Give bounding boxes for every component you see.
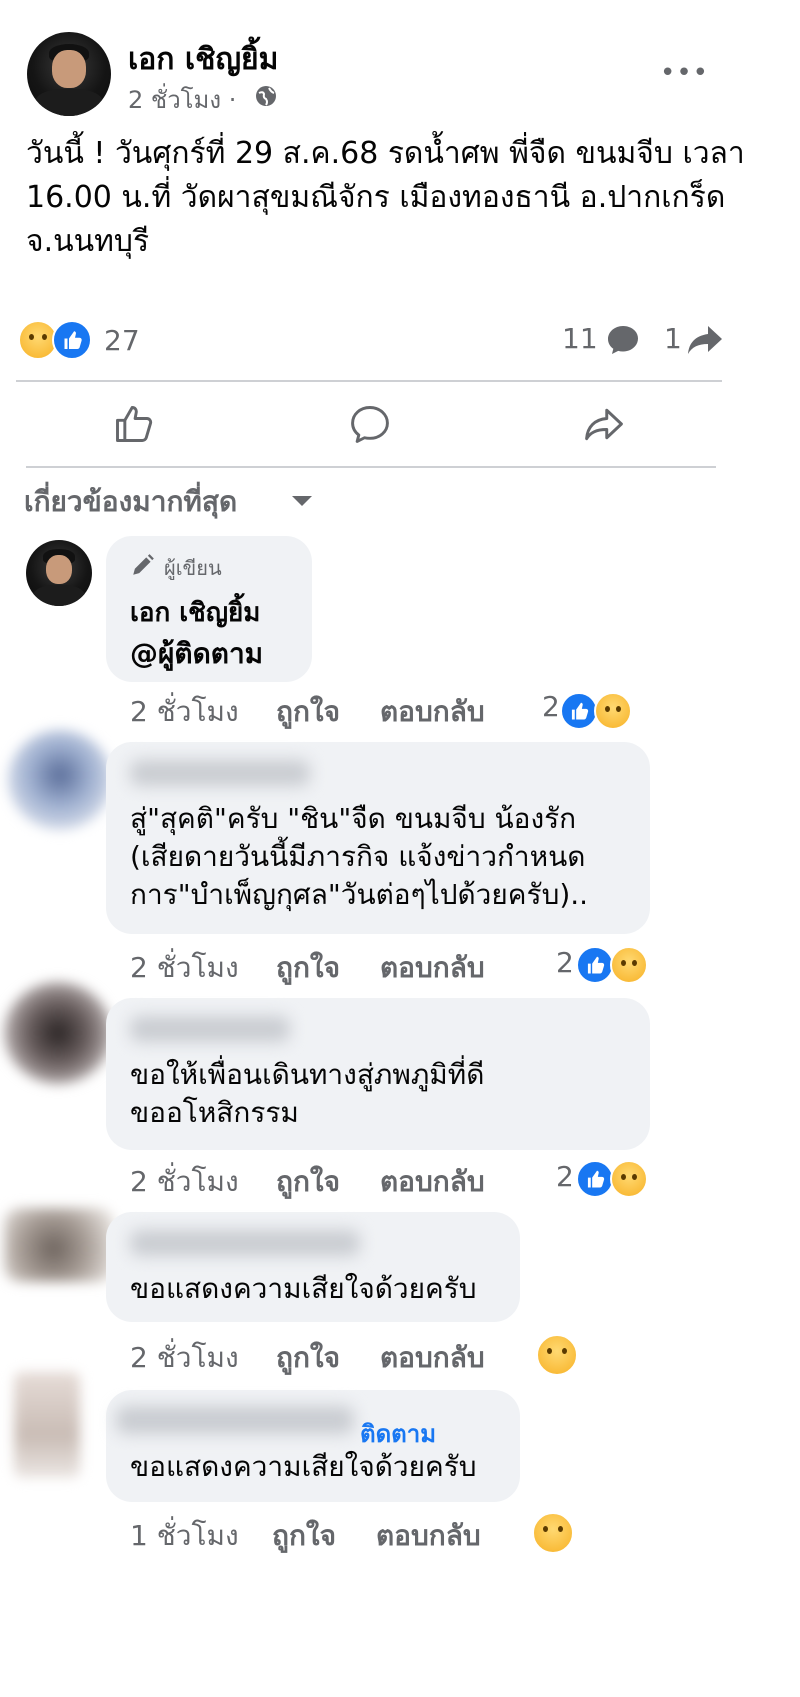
author-badge: ผู้เขียน [164, 556, 222, 580]
like-outline-icon [116, 406, 153, 442]
more-options-button[interactable]: ••• [660, 58, 709, 88]
comment-time[interactable]: 1 ชั่วโมง [130, 1514, 239, 1558]
share-icon [688, 326, 722, 354]
comment-time[interactable]: 2 ชั่วโมง [130, 1336, 239, 1380]
comment-time[interactable]: 2 ชั่วโมง [130, 690, 239, 734]
like-comment-button[interactable]: ถูกใจ [276, 1336, 340, 1380]
post-text: วันนี้ ! วันศุกร์ที่ 29 ส.ค.68 รดน้ำศพ พ… [26, 132, 745, 264]
reply-button[interactable]: ตอบกลับ [380, 690, 485, 734]
comment-text: ขอแสดงความเสียใจด้วยครับ [130, 1272, 477, 1305]
reply-button[interactable]: ตอบกลับ [376, 1514, 481, 1558]
post-text-line: วันนี้ ! วันศุกร์ที่ 29 ส.ค.68 รดน้ำศพ พ… [26, 136, 745, 171]
post-time[interactable]: 2 ชั่วโมง · [128, 80, 236, 119]
pen-icon [133, 554, 154, 575]
commenter-name-redacted [130, 1230, 360, 1256]
comment-time[interactable]: 2 ชั่วโมง [130, 946, 239, 990]
globe-icon [256, 86, 276, 106]
commenter-avatar[interactable] [14, 1372, 80, 1478]
comment-time[interactable]: 2 ชั่วโมง [130, 1160, 239, 1204]
comment-reaction-count: 2 [542, 690, 560, 723]
comment-count[interactable]: 11 [562, 322, 598, 355]
comment-meta: 2 ชั่วโมง ถูกใจ ตอบกลับ [130, 1336, 530, 1376]
like-reaction-icon [576, 1160, 614, 1198]
commenter-avatar[interactable] [8, 730, 112, 830]
sad-reaction-icon [594, 692, 632, 730]
comment-meta: 2 ชั่วโมง ถูกใจ ตอบกลับ 2 [130, 946, 650, 986]
comment-text: สู่"สุคติ"ครับ "ชิน"จืด ขนมจีบ น้องรัก (… [130, 802, 589, 911]
reply-button[interactable]: ตอบกลับ [380, 1336, 485, 1380]
commenter-name-redacted [130, 1016, 290, 1042]
comment-reaction-count: 2 [556, 946, 574, 979]
comment-text: ขอแสดงความเสียใจด้วยครับ [130, 1450, 477, 1483]
comment-bubble: ผู้เขียน เอก เชิญยิ้ม @ผู้ติดตาม [106, 536, 312, 682]
comment-reaction-count: 2 [556, 1160, 574, 1193]
commenter-name-redacted [130, 760, 310, 786]
like-comment-button[interactable]: ถูกใจ [276, 690, 340, 734]
share-count[interactable]: 1 [664, 322, 682, 355]
divider [26, 466, 716, 468]
sad-reaction-icon [532, 1512, 574, 1554]
comment-meta: 2 ชั่วโมง ถูกใจ ตอบกลับ 2 [130, 1160, 650, 1200]
like-comment-button[interactable]: ถูกใจ [272, 1514, 336, 1558]
comment-text: @ผู้ติดตาม [130, 637, 264, 670]
reaction-summary[interactable]: 27 [16, 318, 156, 362]
commenter-avatar[interactable] [26, 540, 92, 606]
comment-bubble: สู่"สุคติ"ครับ "ชิน"จืด ขนมจีบ น้องรัก (… [106, 742, 650, 934]
comment-bubble: ขอให้เพื่อนเดินทางสู่ภพภูมิที่ดี ขออโหสิ… [106, 998, 650, 1150]
comment-outline-icon [351, 406, 389, 443]
comment-sort-dropdown[interactable]: เกี่ยวข้องมากที่สุด [24, 480, 312, 520]
divider [16, 380, 722, 382]
sad-reaction-icon [536, 1334, 578, 1376]
comment-text: ขอให้เพื่อนเดินทางสู่ภพภูมิที่ดี ขออโหสิ… [130, 1058, 485, 1129]
like-comment-button[interactable]: ถูกใจ [276, 946, 340, 990]
reply-button[interactable]: ตอบกลับ [380, 1160, 485, 1204]
sad-reaction-icon [610, 1160, 648, 1198]
comment-bubble: ติดตาม ขอแสดงความเสียใจด้วยครับ [106, 1390, 520, 1502]
commenter-avatar[interactable] [4, 982, 112, 1084]
post-text-line: จ.นนทบุรี [26, 224, 150, 259]
commenter-avatar[interactable] [4, 1208, 114, 1282]
reaction-count: 27 [104, 324, 140, 357]
author-name[interactable]: เอก เชิญยิ้ม [128, 36, 278, 83]
comment-meta: 1 ชั่วโมง ถูกใจ ตอบกลับ [130, 1514, 530, 1554]
like-reaction-icon [576, 946, 614, 984]
commenter-name-redacted [116, 1406, 354, 1434]
sort-label: เกี่ยวข้องมากที่สุด [24, 485, 238, 518]
like-comment-button[interactable]: ถูกใจ [276, 1160, 340, 1204]
reply-button[interactable]: ตอบกลับ [380, 946, 485, 990]
sad-reaction-icon [610, 946, 648, 984]
author-avatar[interactable] [27, 32, 111, 116]
post-text-line: 16.00 น.ที่ วัดผาสุขมณีจักร เมืองทองธานี… [26, 180, 726, 215]
like-button[interactable] [60, 390, 210, 460]
like-reaction-icon [52, 320, 92, 360]
like-reaction-icon [560, 692, 598, 730]
comment-button[interactable] [296, 390, 446, 460]
caret-down-icon [292, 496, 312, 506]
comment-bubble: ขอแสดงความเสียใจด้วยครับ [106, 1212, 520, 1322]
comment-icon [608, 326, 638, 354]
commenter-name[interactable]: เอก เชิญยิ้ม [130, 592, 260, 633]
share-outline-icon [585, 408, 623, 441]
share-button[interactable] [530, 390, 680, 460]
